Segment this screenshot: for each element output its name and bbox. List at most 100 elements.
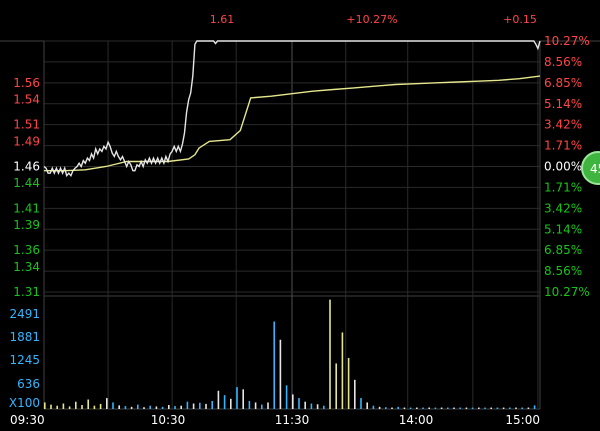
volume-bar xyxy=(217,390,220,409)
time-tick-label: 10:30 xyxy=(151,413,186,427)
volume-bar xyxy=(137,404,139,409)
volume-bar xyxy=(354,379,356,409)
volume-bar xyxy=(199,402,201,409)
volume-bar xyxy=(478,407,480,409)
price-tick-label: 1.34 xyxy=(13,260,40,274)
volume-bar xyxy=(180,405,182,409)
volume-bar xyxy=(416,407,418,409)
volume-bar xyxy=(205,403,207,409)
percent-tick-label: 0.00% xyxy=(544,160,582,174)
volume-bar xyxy=(422,407,424,409)
volume-bar xyxy=(254,402,257,409)
volume-bar xyxy=(168,404,170,409)
volume-bar xyxy=(50,404,52,409)
time-tick-label: 09:30 xyxy=(10,413,45,427)
percent-tick-label: 5.14% xyxy=(544,97,582,111)
volume-bar xyxy=(310,403,313,409)
volume-bar xyxy=(155,406,158,409)
volume-bar xyxy=(143,407,145,409)
volume-bar xyxy=(502,407,505,409)
volume-bar xyxy=(341,332,344,409)
percent-tick-label: 3.42% xyxy=(544,118,582,132)
volume-bar xyxy=(391,407,393,409)
volume-bar xyxy=(236,387,238,409)
percent-tick-label: 10.27% xyxy=(544,285,590,299)
volume-bar xyxy=(68,406,71,409)
volume-bar xyxy=(366,402,368,409)
percent-tick-label: 8.56% xyxy=(544,264,582,278)
volume-bar xyxy=(509,407,511,409)
volume-bar xyxy=(292,394,294,409)
volume-bar xyxy=(223,395,226,409)
volume-bar xyxy=(298,398,300,409)
percent-tick-label: 3.42% xyxy=(544,201,582,215)
intraday-chart: 1.61 +10.27% +0.15 1.56 1.54 1.51 1.49 1.46 1… xyxy=(0,0,600,431)
time-tick-label: 11:30 xyxy=(275,413,310,427)
svg-text:45: 45 xyxy=(590,162,600,176)
volume-bar xyxy=(248,400,251,409)
price-tick-label: 1.56 xyxy=(13,76,40,90)
price-tick-label: 1.54 xyxy=(13,93,40,107)
volume-bar xyxy=(490,407,492,409)
volume-bar xyxy=(124,406,127,409)
time-tick-label: 14:00 xyxy=(399,413,434,427)
volume-bar xyxy=(434,407,437,409)
volume-bar xyxy=(118,405,120,409)
volume-bar xyxy=(515,407,517,409)
price-tick-label: 1.31 xyxy=(13,285,40,299)
volume-bar xyxy=(360,398,362,409)
volume-bar xyxy=(285,385,288,409)
volume-bar xyxy=(211,400,213,409)
percent-tick-label: 1.71% xyxy=(544,139,582,153)
volume-bar xyxy=(130,406,133,409)
volume-bar xyxy=(521,407,523,409)
percent-tick-label: 8.56% xyxy=(544,55,582,69)
volume-bar xyxy=(186,401,189,409)
price-tick-label: 1.44 xyxy=(13,176,40,190)
volume-bar xyxy=(409,407,412,409)
volume-bar xyxy=(174,406,176,409)
volume-bar xyxy=(316,404,319,409)
volume-bar xyxy=(62,403,65,409)
volume-tick-label: 1245 xyxy=(9,353,40,367)
time-tick-label: 15:00 xyxy=(505,413,540,427)
volume-tick-label: 636 xyxy=(17,377,40,391)
header-price: 1.61 xyxy=(210,13,235,26)
price-tick-label: 1.51 xyxy=(13,118,40,132)
volume-bar xyxy=(378,406,381,409)
volume-bar xyxy=(99,403,102,409)
volume-bar xyxy=(403,407,406,409)
volume-bar xyxy=(471,407,474,409)
price-tick-label: 1.36 xyxy=(13,243,40,257)
volume-bar xyxy=(459,407,461,409)
volume-tick-label: X100 xyxy=(9,396,40,410)
volume-bar xyxy=(75,401,77,409)
volume-bar xyxy=(161,406,164,409)
volume-bar xyxy=(279,339,282,409)
volume-bar xyxy=(192,403,195,409)
volume-bar xyxy=(267,402,269,409)
percent-tick-label: 10.27% xyxy=(544,34,590,48)
price-tick-label: 1.39 xyxy=(13,218,40,232)
price-tick-label: 1.46 xyxy=(13,160,40,174)
volume-bar xyxy=(106,398,108,409)
volume-bar xyxy=(440,407,443,409)
volume-bar xyxy=(261,404,263,409)
volume-bar xyxy=(527,407,530,409)
header-change-pct: +10.27% xyxy=(346,13,397,26)
volume-bar xyxy=(447,407,449,409)
percent-tick-label: 1.71% xyxy=(544,180,582,194)
price-tick-label: 1.49 xyxy=(13,134,40,148)
volume-bar xyxy=(81,404,83,409)
volume-bar xyxy=(533,405,536,409)
volume-bar xyxy=(397,406,399,409)
percent-tick-label: 6.85% xyxy=(544,243,582,257)
volume-tick-label: 2491 xyxy=(9,307,40,321)
volume-bar xyxy=(323,405,325,409)
volume-bar xyxy=(453,407,455,409)
volume-bar xyxy=(44,402,46,409)
volume-bar xyxy=(372,405,375,409)
volume-bar xyxy=(56,405,58,409)
volume-bar xyxy=(149,405,151,409)
percent-tick-label: 5.14% xyxy=(544,222,582,236)
